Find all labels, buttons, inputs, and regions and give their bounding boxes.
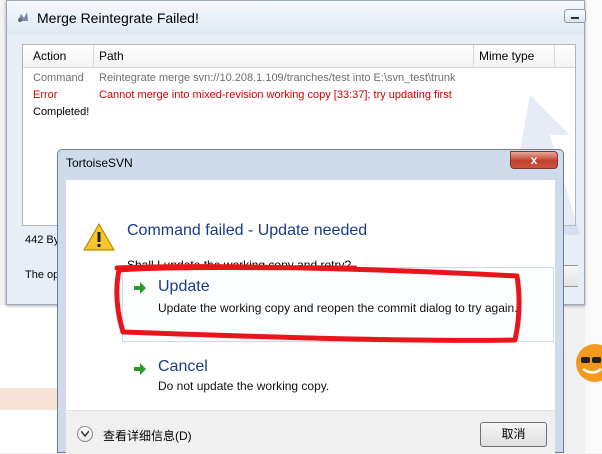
column-divider[interactable]: [473, 45, 474, 67]
list-row[interactable]: Error Cannot merge into mixed-revision w…: [23, 88, 575, 105]
dialog-titlebar[interactable]: TortoiseSVN x: [58, 150, 563, 176]
chevron-down-icon: [81, 431, 89, 437]
command-description: Do not update the working copy.: [158, 379, 330, 393]
row-action: Error: [33, 89, 58, 101]
column-header-action[interactable]: Action: [33, 49, 66, 63]
row-action: Command: [33, 72, 84, 84]
main-instruction: Command failed - Update needed: [127, 222, 368, 239]
column-divider[interactable]: [93, 45, 94, 67]
command-title: Cancel: [158, 358, 208, 375]
merge-window-title: Merge Reintegrate Failed!: [37, 10, 199, 26]
dialog-title: TortoiseSVN: [66, 156, 133, 170]
warning-icon: [83, 223, 115, 251]
column-divider[interactable]: [554, 45, 555, 67]
expand-details-label[interactable]: 查看详细信息(D): [103, 427, 192, 444]
annotation-scribble: [114, 264, 522, 343]
size-label: 442 By: [25, 234, 60, 246]
arrow-right-icon: [134, 363, 146, 375]
cancel-button[interactable]: 取消: [480, 422, 547, 447]
row-action: Completed!: [33, 106, 90, 118]
cancel-command-link[interactable]: Cancel Do not update the working copy.: [122, 353, 554, 397]
minimize-button[interactable]: [564, 9, 586, 23]
merge-window-titlebar: Merge Reintegrate Failed!: [7, 1, 586, 35]
row-path: Reintegrate merge svn://10.208.1.109/tra…: [99, 72, 456, 84]
operation-status-label: The op: [25, 269, 60, 281]
list-row[interactable]: Completed!: [23, 105, 575, 122]
app-icon: [18, 12, 28, 22]
merge-window-button[interactable]: [562, 265, 578, 287]
background-window-right: [585, 0, 602, 453]
background-highlight: [0, 388, 60, 410]
avatar-icon: [576, 344, 602, 382]
column-header-path[interactable]: Path: [99, 49, 124, 63]
close-icon: x: [530, 153, 538, 167]
list-header: Action Path Mime type: [23, 45, 575, 68]
expand-details-button[interactable]: [77, 426, 93, 442]
row-path: Cannot merge into mixed-revision working…: [99, 89, 452, 101]
list-row[interactable]: Command Reintegrate merge svn://10.208.1…: [23, 71, 575, 88]
close-button[interactable]: x: [510, 151, 558, 169]
column-header-mime[interactable]: Mime type: [479, 49, 534, 63]
